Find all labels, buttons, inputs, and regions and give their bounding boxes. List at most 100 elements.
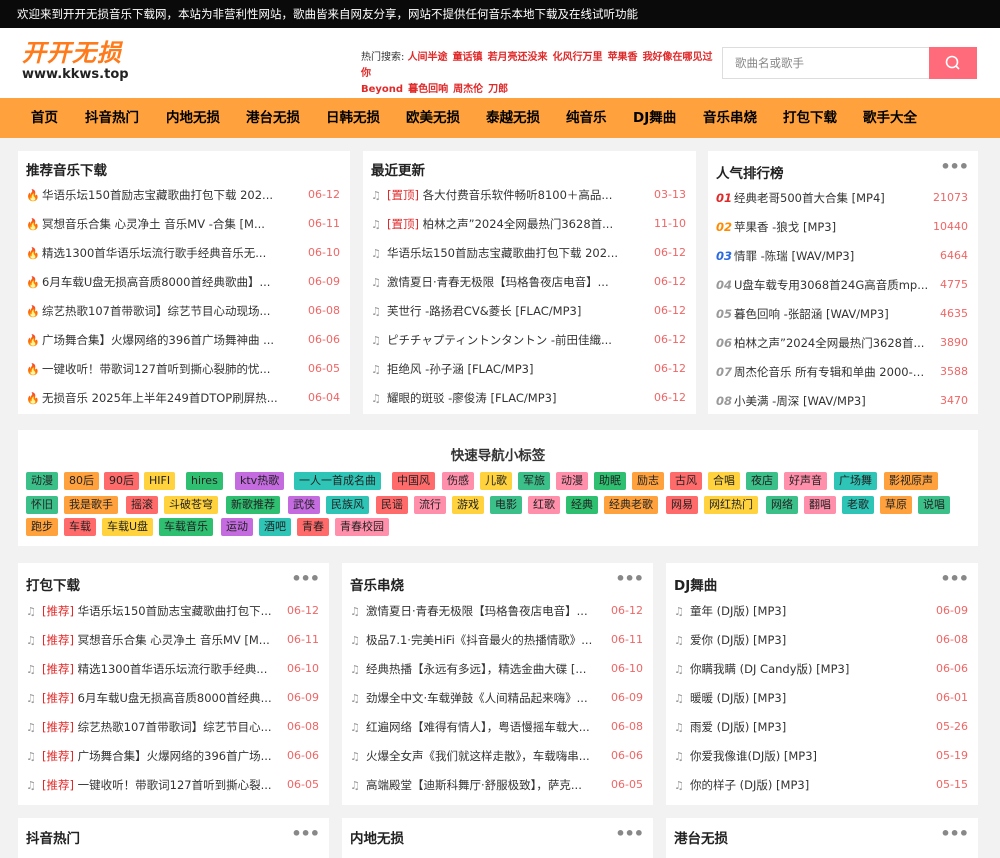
item-title[interactable]: 耀眼的斑驳 -廖俊涛 [FLAC/MP3]	[387, 388, 556, 408]
list-item[interactable]: ♫ [推荐] 6月车载U盘无损高音质8000首经典... 06-09	[26, 688, 319, 708]
hot-search-item[interactable]: 刀郎	[488, 84, 508, 95]
quicknav-tag[interactable]: 车载	[64, 518, 96, 536]
more-button[interactable]: •••	[615, 569, 644, 588]
item-title[interactable]: 你的样子 (DJ版) [MP3]	[690, 775, 809, 795]
item-title[interactable]: [推荐] 一键收听！带歌词127首听到撕心裂...	[42, 775, 272, 795]
quicknav-tag[interactable]: 我是歌手	[64, 496, 118, 514]
item-title[interactable]: 华语乐坛150首励志宝藏歌曲打包下载 202...	[387, 243, 618, 263]
list-item[interactable]: ♫ 拒绝风 -孙子涵 [FLAC/MP3] 06-12	[371, 359, 686, 379]
list-item[interactable]: ♫ [推荐] 综艺热歌107首带歌词】综艺节目心... 06-08	[26, 717, 319, 737]
quicknav-tag[interactable]: 民谣	[376, 496, 408, 514]
item-title[interactable]: [推荐] 精选1300首华语乐坛流行歌手经典...	[42, 659, 267, 679]
hot-search-item[interactable]: 人间半途	[408, 52, 448, 63]
quicknav-tag[interactable]: 草原	[880, 496, 912, 514]
nav-item[interactable]: 日韩无损	[326, 98, 380, 138]
list-item[interactable]: ♫ 芙世行 -路扬君CV&菱长 [FLAC/MP3] 06-12	[371, 301, 686, 321]
nav-item[interactable]: 打包下载	[783, 98, 837, 138]
item-title[interactable]: 情罪 -陈瑞 [WAV/MP3]	[734, 246, 854, 266]
list-item[interactable]: 07 周杰伦音乐 所有专辑和单曲 2000-2... 3588	[716, 362, 968, 382]
quicknav-tag[interactable]: 好声音	[784, 472, 827, 490]
list-item[interactable]: 🔥 精选1300首华语乐坛流行歌手经典音乐无... 06-10	[26, 243, 340, 263]
more-button[interactable]: •••	[940, 569, 969, 588]
nav-item[interactable]: 港台无损	[246, 98, 300, 138]
item-title[interactable]: 激情夏日·青春无极限【玛格鲁夜店电音】...	[366, 601, 588, 621]
quicknav-tag[interactable]: 民族风	[326, 496, 369, 514]
list-item[interactable]: 02 苹果香 -狼戈 [MP3] 10440	[716, 217, 968, 237]
list-item[interactable]: ♫ 耀眼的斑驳 -廖俊涛 [FLAC/MP3] 06-12	[371, 388, 686, 408]
list-item[interactable]: ♫ 极品7.1·完美HiFi《抖音最火的热播情歌》... 06-11	[350, 630, 643, 650]
hot-search-item[interactable]: 周杰伦	[453, 84, 483, 95]
item-title[interactable]: [置顶] 各大付费音乐软件畅听8100＋高品...	[387, 185, 612, 205]
item-title[interactable]: 你瞒我瞒 (DJ Candy版) [MP3]	[690, 659, 849, 679]
item-title[interactable]: 你爱我像谁(DJ版) [MP3]	[690, 746, 817, 766]
item-title[interactable]: 经典老哥500首大合集 [MP4]	[734, 188, 885, 208]
list-item[interactable]: 🔥 一键收听！带歌词127首听到撕心裂肺的忧... 06-05	[26, 359, 340, 379]
item-title[interactable]: 激情夏日·青春无极限【玛格鲁夜店电音】...	[387, 272, 609, 292]
hot-search-item[interactable]: 化风行万里	[553, 52, 603, 63]
more-button[interactable]: •••	[291, 569, 320, 588]
quicknav-tag[interactable]: 车载U盘	[102, 518, 154, 536]
quicknav-tag[interactable]: 怀旧	[26, 496, 58, 514]
hot-search-item[interactable]: 若月亮还没来	[488, 52, 548, 63]
list-item[interactable]: ♫ 劲爆全中文·车载弹鼓《人间精品起来嗨》... 06-09	[350, 688, 643, 708]
quicknav-tag[interactable]: 武侠	[288, 496, 320, 514]
list-item[interactable]: 03 情罪 -陈瑞 [WAV/MP3] 6464	[716, 246, 968, 266]
list-item[interactable]: 🔥 无损音乐 2025年上半年249首DTOP刷屏热... 06-04	[26, 388, 340, 408]
list-item[interactable]: ♫ 高端殿堂【迪斯科舞厅·舒服极致】，萨克... 06-05	[350, 775, 643, 795]
quicknav-tag[interactable]: 动漫	[556, 472, 588, 490]
quicknav-tag[interactable]: 夜店	[746, 472, 778, 490]
quicknav-tag[interactable]: 90后	[104, 472, 139, 490]
list-item[interactable]: ♫ [置顶] 柏林之声”2024全网最热门3628首... 11-10	[371, 214, 686, 234]
quicknav-tag[interactable]: 摇滚	[126, 496, 158, 514]
item-title[interactable]: 拒绝风 -孙子涵 [FLAC/MP3]	[387, 359, 533, 379]
nav-item[interactable]: 泰越无损	[486, 98, 540, 138]
list-item[interactable]: 06 柏林之声”2024全网最热门3628首... 3890	[716, 333, 968, 353]
item-title[interactable]: [置顶] 柏林之声”2024全网最热门3628首...	[387, 214, 613, 234]
nav-item[interactable]: 纯音乐	[566, 98, 607, 138]
list-item[interactable]: ♫ [推荐] 广场舞合集】火爆网络的396首广场... 06-06	[26, 746, 319, 766]
list-item[interactable]: 🔥 综艺热歌107首带歌词】综艺节目心动现场... 06-08	[26, 301, 340, 321]
quicknav-tag[interactable]: 影视原声	[884, 472, 938, 490]
item-title[interactable]: 爱你 (DJ版) [MP3]	[690, 630, 786, 650]
item-title[interactable]: 一键收听！带歌词127首听到撕心裂肺的忧...	[42, 359, 270, 379]
hot-search-item[interactable]: 童话镇	[453, 52, 483, 63]
item-title[interactable]: 雨爱 (DJ版) [MP3]	[690, 717, 786, 737]
quicknav-tag[interactable]: 流行	[414, 496, 446, 514]
quicknav-tag[interactable]: 青春	[297, 518, 329, 536]
hot-search-item[interactable]: Beyond	[361, 84, 403, 95]
list-item[interactable]: 01 经典老哥500首大合集 [MP4] 21073	[716, 188, 968, 208]
quicknav-tag[interactable]: 酒吧	[259, 518, 291, 536]
list-item[interactable]: 🔥 广场舞合集】火爆网络的396首广场舞神曲 ... 06-06	[26, 330, 340, 350]
nav-item[interactable]: 内地无损	[166, 98, 220, 138]
item-title[interactable]: [推荐] 6月车载U盘无损高音质8000首经典...	[42, 688, 272, 708]
list-item[interactable]: ♫ 华语乐坛150首励志宝藏歌曲打包下载 202... 06-12	[371, 243, 686, 263]
item-title[interactable]: 苹果香 -狼戈 [MP3]	[734, 217, 836, 237]
more-button[interactable]: •••	[291, 824, 320, 843]
list-item[interactable]: ♫ [置顶] 各大付费音乐软件畅听8100＋高品... 03-13	[371, 185, 686, 205]
list-item[interactable]: ♫ 爱你 (DJ版) [MP3] 06-08	[674, 630, 968, 650]
quicknav-tag[interactable]: 儿歌	[480, 472, 512, 490]
list-item[interactable]: 🔥 华语乐坛150首励志宝藏歌曲打包下载 202... 06-12	[26, 185, 340, 205]
nav-item[interactable]: 音乐串烧	[703, 98, 757, 138]
quicknav-tag[interactable]: 网络	[766, 496, 798, 514]
quicknav-tag[interactable]: 翻唱	[804, 496, 836, 514]
hot-search-item[interactable]: 暮色回响	[408, 84, 448, 95]
quicknav-tag[interactable]: 中国风	[392, 472, 435, 490]
item-title[interactable]: 火爆全女声《我们就这样走散》，车载嗨串...	[366, 746, 590, 766]
item-title[interactable]: U盘车载专用3068首24G高音质mp...	[734, 275, 928, 295]
nav-item[interactable]: 抖音热门	[85, 98, 139, 138]
item-title[interactable]: 高端殿堂【迪斯科舞厅·舒服极致】，萨克...	[366, 775, 582, 795]
list-item[interactable]: ♫ 激情夏日·青春无极限【玛格鲁夜店电音】... 06-12	[350, 601, 643, 621]
quicknav-tag[interactable]: 车载音乐	[159, 518, 213, 536]
list-item[interactable]: ♫ 雨爱 (DJ版) [MP3] 05-26	[674, 717, 968, 737]
list-item[interactable]: ♫ 你爱我像谁(DJ版) [MP3] 05-19	[674, 746, 968, 766]
list-item[interactable]: ♫ [推荐] 冥想音乐合集 心灵净土 音乐MV [M... 06-11	[26, 630, 319, 650]
item-title[interactable]: 6月车载U盘无损高音质8000首经典歌曲】...	[42, 272, 270, 292]
list-item[interactable]: ♫ ピチチャプティントンタントン -前田佳織... 06-12	[371, 330, 686, 350]
quicknav-tag[interactable]: 80后	[64, 472, 99, 490]
list-item[interactable]: ♫ [推荐] 华语乐坛150首励志宝藏歌曲打包下... 06-12	[26, 601, 319, 621]
quicknav-tag[interactable]: 运动	[221, 518, 253, 536]
list-item[interactable]: ♫ 激情夏日·青春无极限【玛格鲁夜店电音】... 06-12	[371, 272, 686, 292]
item-title[interactable]: 精选1300首华语乐坛流行歌手经典音乐无...	[42, 243, 266, 263]
list-item[interactable]: ♫ [推荐] 一键收听！带歌词127首听到撕心裂... 06-05	[26, 775, 319, 795]
